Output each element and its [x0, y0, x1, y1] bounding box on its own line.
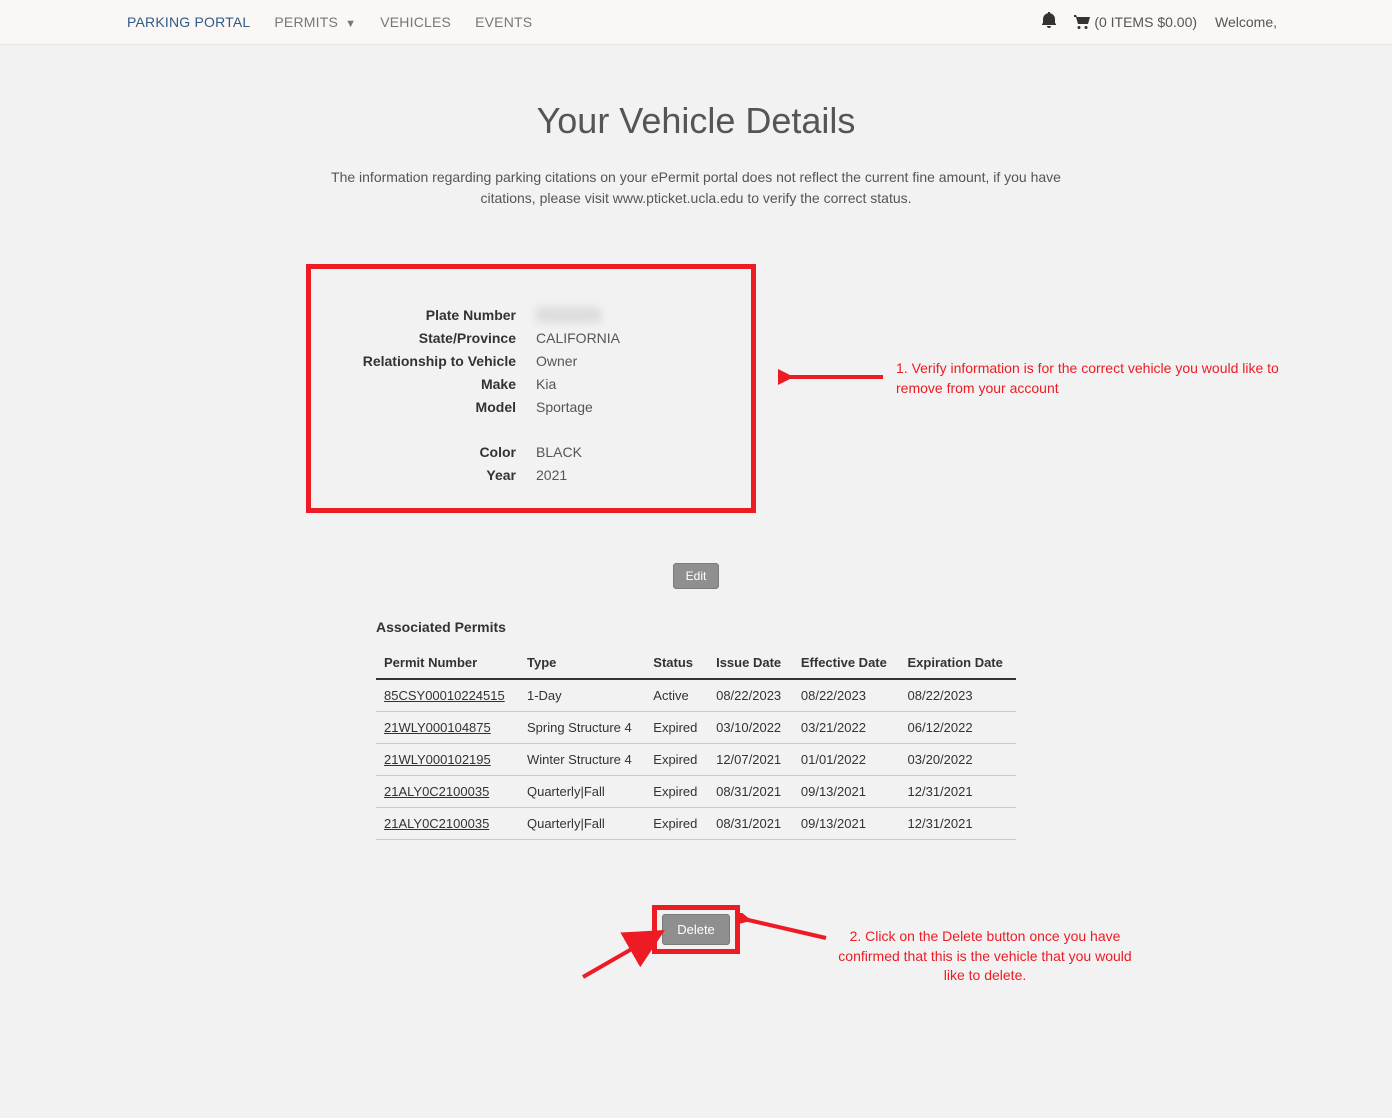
plate-redacted — [536, 307, 601, 323]
permit-status: Expired — [645, 744, 708, 776]
permit-effective-date: 03/21/2022 — [793, 712, 900, 744]
nav-events[interactable]: EVENTS — [463, 14, 544, 30]
row-relationship: Relationship to Vehicle Owner — [331, 353, 731, 369]
permits-table: Permit Number Type Status Issue Date Eff… — [376, 649, 1016, 840]
permit-issue-date: 12/07/2021 — [708, 744, 793, 776]
bell-icon[interactable] — [1042, 12, 1056, 33]
page-content: Your Vehicle Details The information reg… — [96, 45, 1296, 995]
permit-type: Quarterly|Fall — [519, 776, 645, 808]
permit-expiration-date: 12/31/2021 — [900, 808, 1016, 840]
row-model: Model Sportage — [331, 399, 731, 415]
th-type: Type — [519, 649, 645, 679]
permit-number-link[interactable]: 21WLY000102195 — [376, 744, 519, 776]
label-make: Make — [331, 376, 526, 392]
arrow-upright-icon — [578, 927, 668, 982]
row-color: Color BLACK — [331, 444, 731, 460]
permit-status: Expired — [645, 712, 708, 744]
table-row: 21ALY0C2100035Quarterly|FallExpired08/31… — [376, 776, 1016, 808]
permit-number-link[interactable]: 21WLY000104875 — [376, 712, 519, 744]
page-title: Your Vehicle Details — [96, 100, 1296, 142]
label-plate: Plate Number — [331, 307, 526, 323]
nav-parking-portal[interactable]: PARKING PORTAL — [115, 14, 262, 30]
permit-status: Expired — [645, 776, 708, 808]
permit-effective-date: 09/13/2021 — [793, 776, 900, 808]
row-make: Make Kia — [331, 376, 731, 392]
edit-button-wrap: Edit — [96, 563, 1296, 589]
value-plate — [526, 307, 601, 323]
th-issue-date: Issue Date — [708, 649, 793, 679]
row-plate: Plate Number — [331, 307, 731, 323]
cart-text: (0 ITEMS $0.00) — [1094, 14, 1197, 30]
nav-right: (0 ITEMS $0.00) Welcome, — [1042, 12, 1277, 33]
permit-type: Quarterly|Fall — [519, 808, 645, 840]
permits-heading: Associated Permits — [376, 619, 1016, 635]
page-subtitle: The information regarding parking citati… — [326, 167, 1066, 209]
vehicle-details-box: Plate Number State/Province CALIFORNIA R… — [306, 264, 756, 513]
permit-status: Expired — [645, 808, 708, 840]
value-state: CALIFORNIA — [526, 330, 620, 346]
label-model: Model — [331, 399, 526, 415]
permits-header-row: Permit Number Type Status Issue Date Eff… — [376, 649, 1016, 679]
arrow-upleft-icon — [736, 913, 831, 943]
nav-left: PARKING PORTAL PERMITS ▼ VEHICLES EVENTS — [115, 14, 544, 30]
th-permit-number: Permit Number — [376, 649, 519, 679]
permits-section: Associated Permits Permit Number Type St… — [376, 619, 1016, 840]
value-model: Sportage — [526, 399, 593, 415]
label-relationship: Relationship to Vehicle — [331, 353, 526, 369]
permit-number-link[interactable]: 21ALY0C2100035 — [376, 808, 519, 840]
annotation-step1: 1. Verify information is for the correct… — [896, 359, 1296, 398]
nav-vehicles[interactable]: VEHICLES — [368, 14, 463, 30]
cart-icon — [1074, 15, 1090, 29]
gap — [331, 422, 731, 444]
permit-type: 1-Day — [519, 679, 645, 712]
permit-expiration-date: 03/20/2022 — [900, 744, 1016, 776]
permit-type: Winter Structure 4 — [519, 744, 645, 776]
value-make: Kia — [526, 376, 556, 392]
th-effective-date: Effective Date — [793, 649, 900, 679]
th-status: Status — [645, 649, 708, 679]
permit-effective-date: 09/13/2021 — [793, 808, 900, 840]
value-relationship: Owner — [526, 353, 577, 369]
row-year: Year 2021 — [331, 467, 731, 483]
permit-status: Active — [645, 679, 708, 712]
annotation-step2: 2. Click on the Delete button once you h… — [835, 927, 1135, 986]
edit-button[interactable]: Edit — [673, 563, 720, 589]
label-year: Year — [331, 467, 526, 483]
label-color: Color — [331, 444, 526, 460]
value-color: BLACK — [526, 444, 582, 460]
table-row: 21WLY000104875Spring Structure 4Expired0… — [376, 712, 1016, 744]
permit-expiration-date: 12/31/2021 — [900, 776, 1016, 808]
th-expiration-date: Expiration Date — [900, 649, 1016, 679]
permit-issue-date: 08/22/2023 — [708, 679, 793, 712]
permit-issue-date: 08/31/2021 — [708, 808, 793, 840]
label-state: State/Province — [331, 330, 526, 346]
permit-issue-date: 08/31/2021 — [708, 776, 793, 808]
navbar: PARKING PORTAL PERMITS ▼ VEHICLES EVENTS… — [0, 0, 1392, 45]
permit-effective-date: 08/22/2023 — [793, 679, 900, 712]
permit-type: Spring Structure 4 — [519, 712, 645, 744]
permit-issue-date: 03/10/2022 — [708, 712, 793, 744]
cart-link[interactable]: (0 ITEMS $0.00) — [1074, 14, 1197, 30]
nav-permits[interactable]: PERMITS ▼ — [262, 14, 368, 30]
permit-expiration-date: 08/22/2023 — [900, 679, 1016, 712]
arrow-left-icon — [778, 367, 888, 387]
permit-expiration-date: 06/12/2022 — [900, 712, 1016, 744]
welcome-text: Welcome, — [1215, 14, 1277, 30]
value-year: 2021 — [526, 467, 567, 483]
permit-number-link[interactable]: 21ALY0C2100035 — [376, 776, 519, 808]
details-annotation-wrap: Plate Number State/Province CALIFORNIA R… — [96, 264, 1296, 513]
delete-annotation-wrap: Delete 2. Click on the Delete button onc… — [96, 905, 1296, 995]
permit-effective-date: 01/01/2022 — [793, 744, 900, 776]
delete-button[interactable]: Delete — [662, 914, 730, 945]
chevron-down-icon: ▼ — [345, 18, 356, 30]
row-state: State/Province CALIFORNIA — [331, 330, 731, 346]
table-row: 21WLY000102195Winter Structure 4Expired1… — [376, 744, 1016, 776]
permit-number-link[interactable]: 85CSY00010224515 — [376, 679, 519, 712]
table-row: 21ALY0C2100035Quarterly|FallExpired08/31… — [376, 808, 1016, 840]
nav-permits-label: PERMITS — [274, 14, 338, 30]
table-row: 85CSY000102245151-DayActive08/22/202308/… — [376, 679, 1016, 712]
